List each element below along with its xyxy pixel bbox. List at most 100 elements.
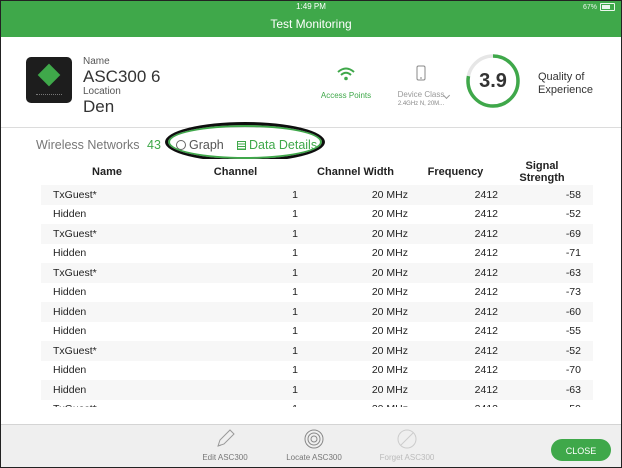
cell-channel: 1 (292, 364, 298, 377)
cell-frequency: 2412 (413, 400, 503, 407)
cell-channel-width: 20 MHz (303, 224, 413, 244)
cell-signal-strength: -73 (565, 286, 581, 299)
cell-channel: 1 (173, 341, 303, 361)
cell-frequency: 2412 (413, 302, 503, 322)
status-battery: 67% (583, 3, 615, 11)
cell-frequency: 2412 (474, 286, 498, 299)
qoe-label: Quality of Experience (538, 71, 593, 97)
networks-toolbar: Wireless Networks 43 Graph Data Details (1, 127, 621, 159)
data-details-tab[interactable]: Data Details (237, 138, 317, 152)
edit-label: Edit ASC300 (202, 453, 248, 462)
cell-frequency: 2412 (474, 364, 498, 377)
cell-channel-width: 20 MHz (303, 400, 413, 407)
cell-frequency: 2412 (474, 325, 498, 338)
forget-icon (397, 429, 417, 449)
graph-tab[interactable]: Graph (176, 138, 224, 152)
cell-signal-strength: -69 (503, 224, 593, 244)
cell-frequency: 2412 (413, 341, 503, 361)
pencil-icon (217, 429, 235, 447)
cell-frequency: 2412 (474, 208, 498, 221)
cell-channel: 1 (292, 286, 298, 299)
cell-channel: 1 (292, 247, 298, 260)
table-row[interactable]: Hidden 1 20 MHz 2412 -73 (41, 283, 593, 303)
edit-button[interactable]: Edit ASC300 (195, 428, 255, 462)
cell-channel-width: 20 MHz (371, 208, 408, 221)
access-points-button[interactable]: Access Points (314, 67, 378, 100)
cell-signal-strength: -59 (503, 400, 593, 407)
cell-channel-width: 20 MHz (303, 263, 413, 283)
column-header-signal-strength[interactable]: Signal Strength (503, 159, 593, 185)
cell-channel: 1 (173, 224, 303, 244)
cell-channel: 1 (173, 380, 303, 400)
table-row[interactable]: TxGuest* 1 20 MHz 2412 -63 (41, 263, 593, 283)
qoe-label-line2: Experience (538, 84, 594, 96)
cell-frequency: 2412 (413, 380, 503, 400)
table-row[interactable]: Hidden 1 20 MHz 2412 -52 (41, 205, 593, 225)
cell-channel: 1 (173, 185, 303, 205)
column-header-name[interactable]: Name (41, 159, 173, 185)
table-row[interactable]: TxGuest* 1 20 MHz 2412 -52 (41, 341, 593, 361)
networks-table-container[interactable]: Name Channel Channel Width Frequency Sig… (41, 159, 593, 407)
cell-signal-strength: -63 (503, 263, 593, 283)
close-button[interactable]: CLOSE (551, 439, 611, 461)
page-title: Test Monitoring (270, 17, 352, 31)
cell-frequency: 2412 (413, 185, 503, 205)
column-header-channel[interactable]: Channel (173, 159, 303, 185)
table-row[interactable]: TxGuest* 1 20 MHz 2412 -58 (41, 185, 593, 205)
column-header-frequency[interactable]: Frequency (413, 159, 503, 185)
cell-channel: 1 (173, 400, 303, 407)
app-frame: 1:49 PM 67% Test Monitoring Name ASC300 … (0, 0, 622, 468)
cell-channel-width: 20 MHz (371, 286, 408, 299)
battery-icon (600, 3, 615, 11)
table-row[interactable]: Hidden 1 20 MHz 2412 -63 (41, 380, 593, 400)
cell-signal-strength: -52 (503, 341, 593, 361)
cell-frequency: 2412 (413, 263, 503, 283)
table-row[interactable]: TxGuest*120 MHz2412-59 (41, 400, 593, 407)
cell-name: TxGuest* (41, 341, 173, 361)
cell-name: Hidden (53, 364, 87, 377)
cell-name: Hidden (53, 208, 87, 221)
wireless-networks-count: 43 (147, 138, 161, 152)
cell-name: Hidden (41, 380, 173, 400)
table-row[interactable]: Hidden 1 20 MHz 2412 -70 (41, 361, 593, 381)
locate-button[interactable]: Locate ASC300 (279, 428, 349, 462)
forget-button[interactable]: Forget ASC300 (372, 428, 442, 462)
device-name: ASC300 6 (83, 67, 161, 86)
table-row[interactable]: TxGuest* 1 20 MHz 2412 -69 (41, 224, 593, 244)
cell-name: TxGuest* (41, 263, 173, 283)
wifi-icon (337, 67, 355, 81)
table-row[interactable]: Hidden 1 20 MHz 2412 -71 (41, 244, 593, 264)
battery-percent: 67% (582, 3, 597, 11)
qoe-score: 3.9 (479, 70, 507, 92)
device-header: Name ASC300 6 Location Den Access Points… (1, 37, 621, 128)
cell-channel: 1 (173, 263, 303, 283)
cell-name: Hidden (41, 302, 173, 322)
list-icon (237, 141, 246, 150)
cell-channel-width: 20 MHz (371, 247, 408, 260)
name-label: Name (83, 56, 110, 67)
cell-channel: 1 (292, 208, 298, 221)
cell-signal-strength: -63 (503, 380, 593, 400)
cell-name: Hidden (53, 247, 87, 260)
cell-signal-strength: -52 (565, 208, 581, 221)
cell-channel-width: 20 MHz (303, 380, 413, 400)
phone-icon (416, 65, 426, 81)
wireless-networks-label: Wireless Networks (36, 138, 140, 152)
access-points-label: Access Points (320, 91, 372, 100)
column-header-channel-width[interactable]: Channel Width (303, 159, 413, 185)
forget-label: Forget ASC300 (379, 453, 435, 462)
table-row[interactable]: Hidden 1 20 MHz 2412 -60 (41, 302, 593, 322)
table-row[interactable]: Hidden 1 20 MHz 2412 -55 (41, 322, 593, 342)
action-bar: Edit ASC300 Locate ASC300 Forget ASC300 … (1, 424, 621, 467)
cell-signal-strength: -60 (503, 302, 593, 322)
status-time: 1:49 PM (296, 2, 326, 11)
location-label: Location (83, 86, 121, 97)
locate-label: Locate ASC300 (286, 453, 342, 462)
cell-signal-strength: -70 (565, 364, 581, 377)
device-class-value: 2.4GHz N, 20M... (397, 101, 445, 107)
cell-name: TxGuest* (41, 224, 173, 244)
data-details-label: Data Details (249, 138, 318, 152)
device-class-selector[interactable]: Device Class 2.4GHz N, 20M... (386, 65, 456, 107)
locate-icon (304, 429, 324, 449)
title-bar: 1:49 PM 67% Test Monitoring (1, 1, 621, 37)
